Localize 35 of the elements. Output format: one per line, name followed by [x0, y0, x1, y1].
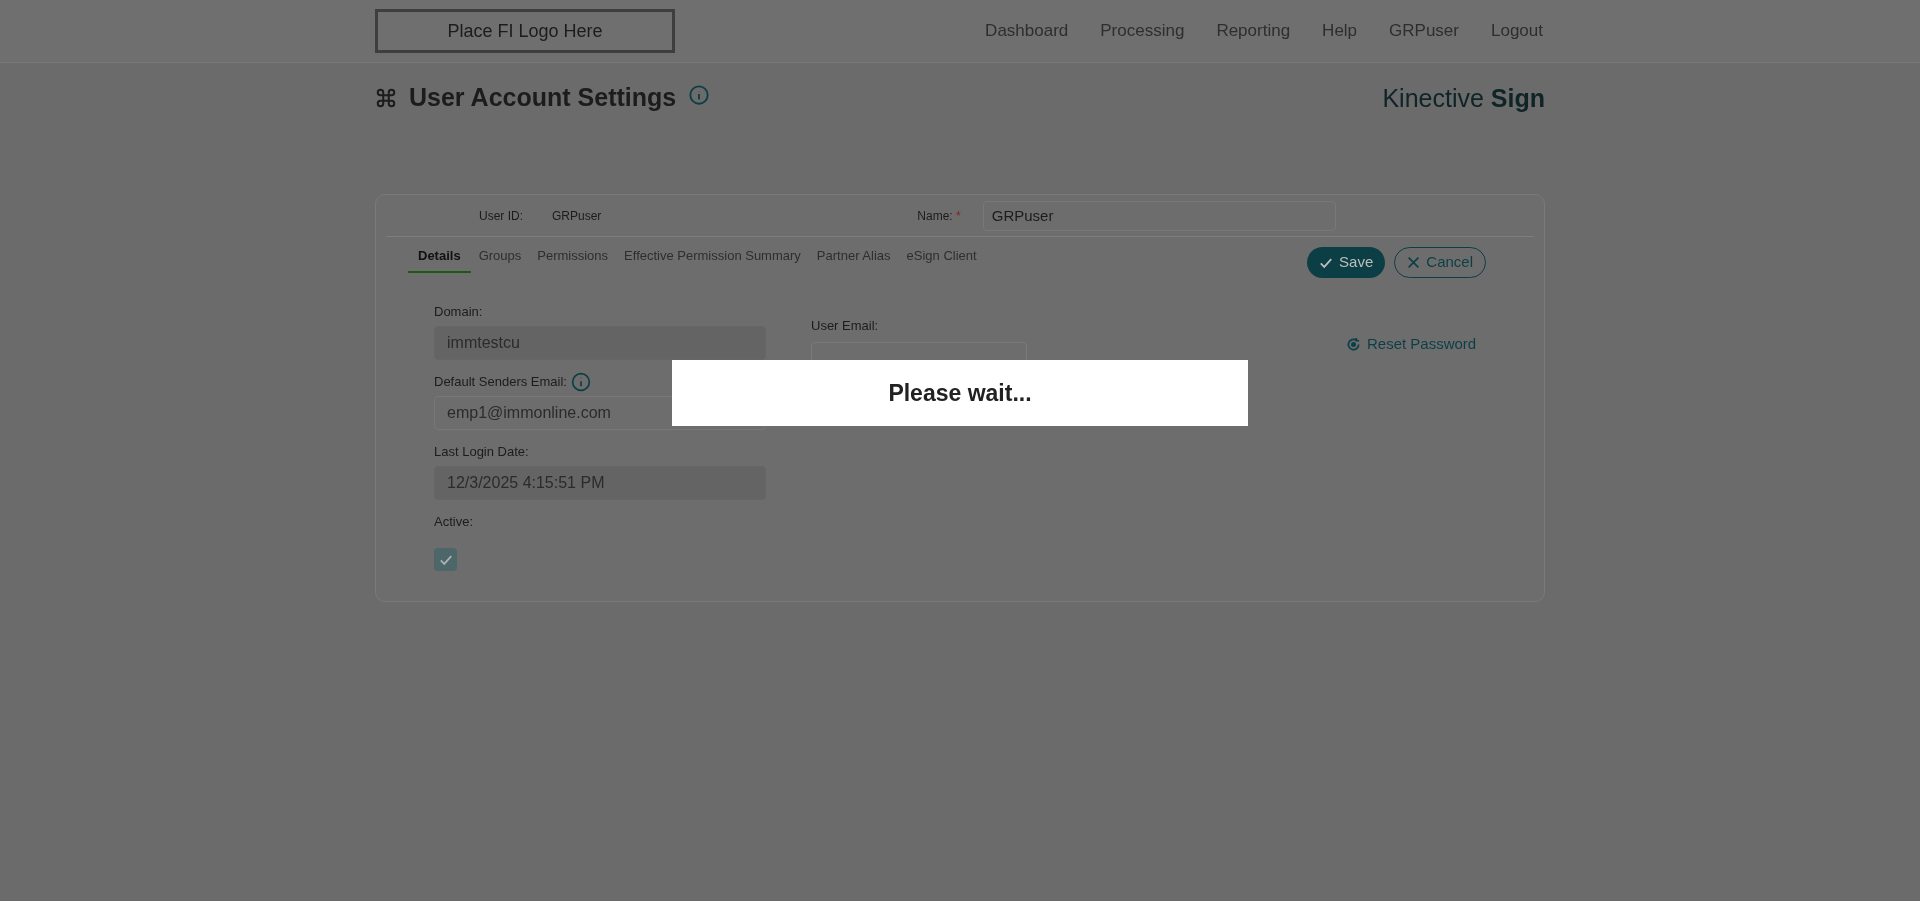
user-id-value: GRPuser	[552, 207, 602, 225]
nav-link[interactable]: GRPuser	[1389, 18, 1459, 44]
info-icon[interactable]	[570, 372, 591, 392]
loading-message: Please wait...	[888, 378, 1032, 408]
input-field: 12/3/2025 4:15:51 PM	[434, 466, 766, 500]
brand-logo: Kinective Sign	[1382, 83, 1545, 115]
name-label: Name: *	[917, 207, 961, 225]
page-title: User Account Settings	[409, 82, 677, 114]
nav-link[interactable]: Reporting	[1216, 18, 1291, 44]
save-button[interactable]: Save	[1307, 247, 1386, 278]
user-id-label: User ID:	[479, 207, 524, 225]
tab[interactable]: eSign Client	[898, 241, 985, 273]
nav-link[interactable]: Logout	[1491, 18, 1543, 44]
nav-link[interactable]: Help	[1322, 18, 1358, 44]
tab[interactable]: Permissions	[529, 241, 617, 273]
command-icon	[375, 87, 397, 109]
nav-link[interactable]: Processing	[1100, 18, 1185, 44]
reset-icon	[1346, 336, 1361, 352]
field-label: Last Login Date:	[434, 443, 529, 462]
info-icon[interactable]	[688, 84, 711, 106]
tab[interactable]: Groups	[470, 241, 530, 273]
name-field[interactable]: GRPuser	[982, 200, 1336, 231]
tab[interactable]: Details	[408, 241, 471, 273]
tab[interactable]: Partner Alias	[808, 241, 899, 273]
reset-password-link[interactable]: Reset Password	[1346, 334, 1477, 354]
input-field: immtestcu	[434, 326, 766, 360]
field-label: Active:	[434, 513, 473, 532]
close-icon	[1407, 256, 1421, 269]
user-email-label: User Email:	[811, 317, 880, 335]
field-label: Domain:	[434, 303, 483, 322]
nav-link[interactable]: Dashboard	[985, 18, 1069, 44]
logo-placeholder-text: Place FI Logo Here	[447, 19, 603, 43]
checkbox[interactable]	[434, 548, 457, 571]
field-label: Default Senders Email:	[434, 373, 567, 392]
tab[interactable]: Effective Permission Summary	[616, 241, 809, 273]
